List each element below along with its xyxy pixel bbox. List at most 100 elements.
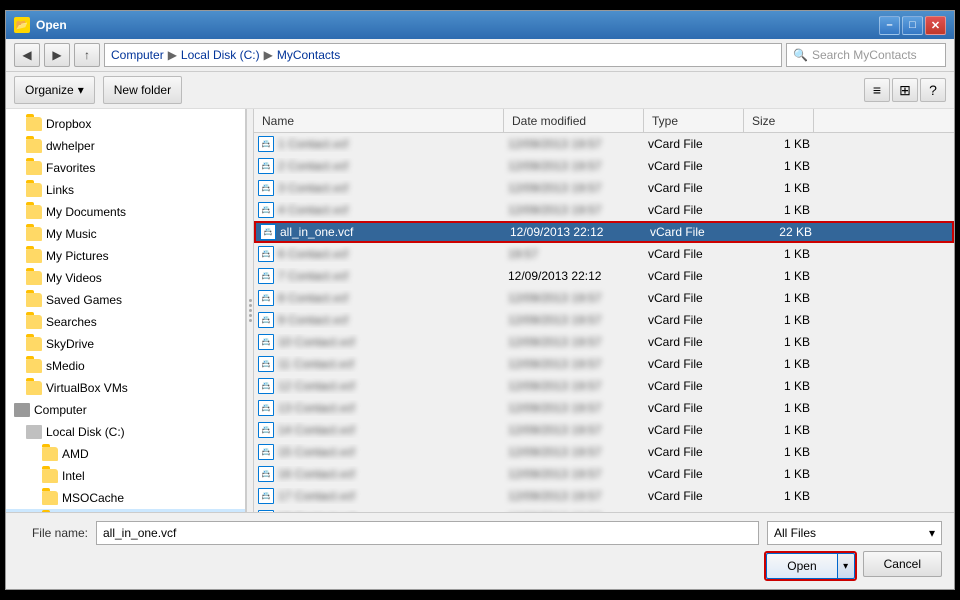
file-area: Name Date modified Type Size 📇1 Contact.…: [254, 109, 954, 512]
file-name: 2 Contact.vcf: [278, 159, 348, 173]
table-row[interactable]: 📇9 Contact.vcf12/09/2013 19:57vCard File…: [254, 309, 954, 331]
sidebar-item-local-disk-c[interactable]: Local Disk (C:): [6, 421, 245, 443]
sidebar-item-links[interactable]: Links: [6, 179, 245, 201]
sidebar-item-dwhelper[interactable]: dwhelper: [6, 135, 245, 157]
file-type: vCard File: [648, 357, 748, 371]
sidebar-item-my-music[interactable]: My Music: [6, 223, 245, 245]
col-header-size[interactable]: Size: [744, 109, 814, 132]
back-button[interactable]: ◀: [14, 43, 40, 67]
file-name: 17 Contact.vcf: [278, 489, 355, 503]
table-row[interactable]: 📇14 Contact.vcf12/09/2013 19:57vCard Fil…: [254, 419, 954, 441]
sidebar-item-saved-games[interactable]: Saved Games: [6, 289, 245, 311]
table-row[interactable]: 📇17 Contact.vcf12/09/2013 19:57vCard Fil…: [254, 485, 954, 507]
folder-icon: [26, 359, 42, 373]
file-size: 1 KB: [748, 357, 818, 371]
sidebar-item-amd[interactable]: AMD: [6, 443, 245, 465]
sidebar-item-label: My Videos: [46, 271, 102, 285]
file-name-cell: 📇11 Contact.vcf: [258, 356, 508, 372]
view-list-button[interactable]: ⊞: [892, 78, 918, 102]
table-row[interactable]: 📇3 Contact.vcf12/09/2013 19:57vCard File…: [254, 177, 954, 199]
file-name: 14 Contact.vcf: [278, 423, 355, 437]
splitter-dot: [249, 309, 252, 312]
view-details-button[interactable]: ≡: [864, 78, 890, 102]
col-header-name[interactable]: Name: [254, 109, 504, 132]
file-name-cell: 📇10 Contact.vcf: [258, 334, 508, 350]
sidebar-item-my-documents[interactable]: My Documents: [6, 201, 245, 223]
splitter-dot: [249, 319, 252, 322]
table-row[interactable]: 📇2 Contact.vcf12/09/2013 19:57vCard File…: [254, 155, 954, 177]
file-date: 12/09/2013 19:57: [508, 203, 648, 217]
close-button[interactable]: ✕: [925, 16, 946, 35]
forward-button[interactable]: ▶: [44, 43, 70, 67]
splitter[interactable]: [246, 109, 254, 512]
table-row[interactable]: 📇1 Contact.vcf12/09/2013 19:57vCard File…: [254, 133, 954, 155]
col-header-type[interactable]: Type: [644, 109, 744, 132]
table-row[interactable]: 📇6 Contact.vcf19:57vCard File1 KB: [254, 243, 954, 265]
sidebar-item-computer[interactable]: Computer: [6, 399, 245, 421]
sidebar-item-searches[interactable]: Searches: [6, 311, 245, 333]
vcf-icon: 📇: [258, 268, 274, 284]
sidebar-item-my-pictures[interactable]: My Pictures: [6, 245, 245, 267]
open-dropdown-button[interactable]: ▾: [837, 553, 855, 579]
sidebar-item-favorites[interactable]: Favorites: [6, 157, 245, 179]
filetype-dropdown[interactable]: All Files ▾: [767, 521, 942, 545]
file-name: 10 Contact.vcf: [278, 335, 355, 349]
file-type: vCard File: [648, 291, 748, 305]
cancel-button[interactable]: Cancel: [863, 551, 942, 577]
sidebar-item-label: Favorites: [46, 161, 95, 175]
sidebar-item-label: Local Disk (C:): [46, 425, 125, 439]
sidebar-item-my-videos[interactable]: My Videos: [6, 267, 245, 289]
table-row[interactable]: 📇all_in_one.vcf12/09/2013 22:12vCard Fil…: [254, 221, 954, 243]
sidebar-item-label: dwhelper: [46, 139, 95, 153]
sidebar-item-virtualbox-vms[interactable]: VirtualBox VMs: [6, 377, 245, 399]
organize-button[interactable]: Organize ▾: [14, 76, 95, 104]
table-row[interactable]: 📇12 Contact.vcf12/09/2013 19:57vCard Fil…: [254, 375, 954, 397]
maximize-button[interactable]: □: [902, 16, 923, 35]
help-button[interactable]: ?: [920, 78, 946, 102]
sidebar-item-label: Computer: [34, 403, 87, 417]
table-row[interactable]: 📇15 Contact.vcf12/09/2013 19:57vCard Fil…: [254, 441, 954, 463]
address-path[interactable]: Computer ▶ Local Disk (C:) ▶ MyContacts: [104, 43, 782, 67]
file-type: vCard File: [648, 335, 748, 349]
minimize-button[interactable]: –: [879, 16, 900, 35]
bottom-area: File name: All Files ▾ Open ▾ Cancel: [6, 512, 954, 589]
table-row[interactable]: 📇4 Contact.vcf12/09/2013 19:57vCard File…: [254, 199, 954, 221]
up-button[interactable]: ↑: [74, 43, 100, 67]
path-computer[interactable]: Computer: [111, 48, 164, 62]
sidebar-item-label: My Music: [46, 227, 97, 241]
folder-icon: [26, 227, 42, 241]
table-row[interactable]: 📇7 Contact.vcf12/09/2013 22:12vCard File…: [254, 265, 954, 287]
sidebar-item-smedio[interactable]: sMedio: [6, 355, 245, 377]
sidebar-item-dropbox[interactable]: Dropbox: [6, 113, 245, 135]
file-date: 12/09/2013 19:57: [508, 159, 648, 173]
open-button[interactable]: Open: [766, 553, 836, 579]
sidebar-item-msocache[interactable]: MSOCache: [6, 487, 245, 509]
sidebar-item-skydrive[interactable]: SkyDrive: [6, 333, 245, 355]
folder-icon: [26, 293, 42, 307]
file-size: 1 KB: [748, 203, 818, 217]
table-row[interactable]: 📇10 Contact.vcf12/09/2013 19:57vCard Fil…: [254, 331, 954, 353]
folder-icon: [42, 469, 58, 483]
folder-icon: [42, 491, 58, 505]
filename-input[interactable]: [96, 521, 759, 545]
filetype-value: All Files: [774, 526, 816, 540]
table-row[interactable]: 📇8 Contact.vcf12/09/2013 19:57vCard File…: [254, 287, 954, 309]
path-local-disk[interactable]: Local Disk (C:): [181, 48, 260, 62]
search-box[interactable]: 🔍 Search MyContacts: [786, 43, 946, 67]
table-row[interactable]: 📇13 Contact.vcf12/09/2013 19:57vCard Fil…: [254, 397, 954, 419]
sidebar-item-label: SkyDrive: [46, 337, 94, 351]
new-folder-button[interactable]: New folder: [103, 76, 182, 104]
file-type: vCard File: [650, 225, 750, 239]
file-size: 1 KB: [748, 467, 818, 481]
sidebar-item-label: Searches: [46, 315, 97, 329]
col-header-date[interactable]: Date modified: [504, 109, 644, 132]
table-row[interactable]: 📇11 Contact.vcf12/09/2013 19:57vCard Fil…: [254, 353, 954, 375]
folder-icon: [26, 161, 42, 175]
sidebar-item-intel[interactable]: Intel: [6, 465, 245, 487]
dialog-icon: 📂: [14, 17, 30, 33]
file-name-cell: 📇9 Contact.vcf: [258, 312, 508, 328]
folder-icon: [26, 249, 42, 263]
table-row[interactable]: 📇18 Contact.vcf12/09/2013 19:57vCard Fil…: [254, 507, 954, 512]
path-mycontacts[interactable]: MyContacts: [277, 48, 340, 62]
table-row[interactable]: 📇16 Contact.vcf12/09/2013 19:57vCard Fil…: [254, 463, 954, 485]
